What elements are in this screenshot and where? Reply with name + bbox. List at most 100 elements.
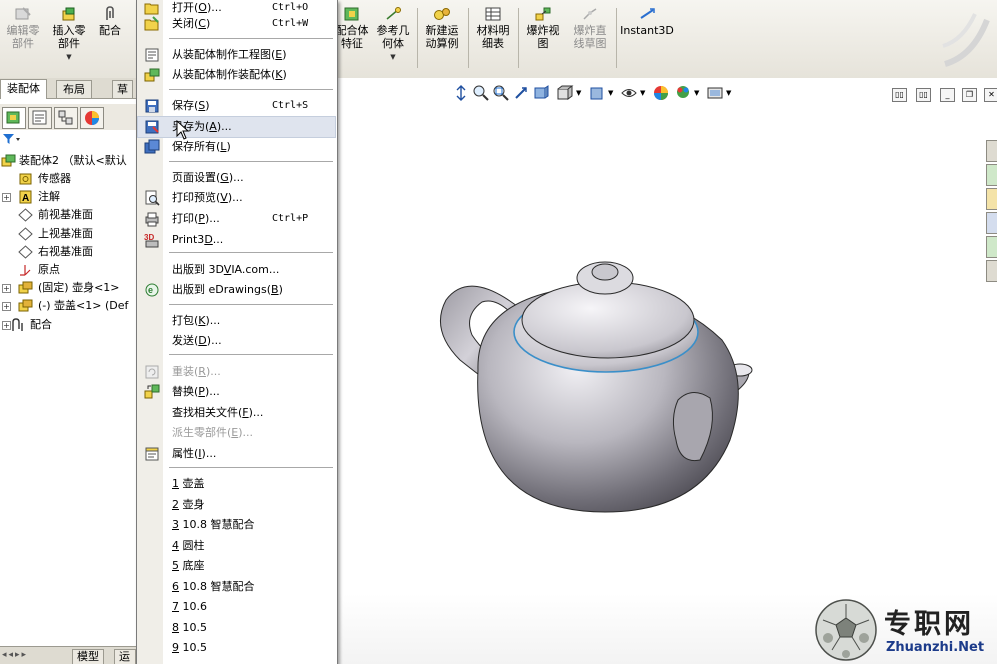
menu-item-save-as[interactable]: 另存为(A)... [137, 116, 336, 138]
menu-item-make-assembly[interactable]: 从装配体制作装配体(K) [138, 65, 335, 85]
tab-feature-tree[interactable] [2, 107, 26, 129]
assembly-feature-button[interactable]: 配合体 特征 [332, 6, 372, 50]
task-pane-design-library-icon[interactable] [986, 188, 997, 210]
menu-item-label: 关闭(C) [172, 17, 211, 30]
tab-assembly[interactable]: 装配体 [0, 79, 47, 99]
edrawings-icon: e [145, 283, 159, 297]
menu-item-print[interactable]: 打印(P)... Ctrl+P [138, 209, 335, 229]
zoom-to-fit-icon[interactable] [472, 84, 490, 102]
new-motion-study-button[interactable]: 新建运 动算例 [420, 6, 464, 50]
configuration-manager-icon [58, 110, 73, 125]
menu-item-send[interactable]: 发送(D)... [138, 331, 335, 351]
tab-motion-study[interactable]: 运动 [114, 649, 136, 664]
previous-view-icon[interactable] [512, 84, 530, 102]
tab-layout[interactable]: 布局 [56, 80, 92, 98]
mate-button[interactable]: 配合 [94, 6, 126, 37]
explode-line-label-1: 爆炸直 [573, 24, 607, 37]
menu-separator [169, 252, 333, 253]
menu-item-label: 属性(I)... [172, 447, 217, 460]
teapot-3d-model[interactable] [430, 250, 770, 520]
menu-item-print-preview[interactable]: 打印预览(V)... [138, 188, 335, 208]
menu-item-r1[interactable]: 1 壶盖 [138, 474, 335, 494]
menu-item-r4[interactable]: 4 圆柱 [138, 536, 335, 556]
view-orientation-arrow-icon[interactable] [452, 84, 470, 102]
chevron-down-icon[interactable]: ▼ [640, 89, 645, 97]
chevron-down-icon[interactable]: ▼ [726, 89, 731, 97]
menu-item-find-refs[interactable]: 查找相关文件(F)... [138, 403, 335, 423]
menu-item-reload[interactable]: 重装(R)... [138, 362, 335, 382]
chevron-down-icon[interactable]: ▼ [576, 89, 581, 97]
tab-display-manager[interactable] [80, 107, 104, 129]
chevron-down-icon[interactable]: ▼ [608, 89, 613, 97]
tab-property-manager[interactable] [28, 107, 52, 129]
instant3d-icon [640, 8, 655, 19]
viewport-split-button[interactable]: ▯▯ [916, 88, 931, 102]
menu-item-r5[interactable]: 5 底座 [138, 556, 335, 576]
task-pane-file-explorer-icon[interactable] [986, 212, 997, 234]
chevron-down-icon[interactable]: ▼ [694, 89, 699, 97]
instant3d-button[interactable]: Instant3D [620, 6, 674, 37]
viewport-tile-button[interactable]: ▯▯ [892, 88, 907, 102]
menu-item-r3[interactable]: 3 10.8 智慧配合 [138, 515, 335, 535]
task-pane-home-icon[interactable] [986, 140, 997, 162]
menu-item-close[interactable]: 关闭(C) Ctrl+W [138, 14, 335, 34]
expand-icon[interactable]: + [2, 193, 11, 203]
tree-filter[interactable] [0, 132, 136, 147]
menu-item-r7[interactable]: 7 10.6 [138, 597, 335, 617]
edit-component-icon [15, 7, 31, 20]
watermark: 专职网 Zhuanzhi.Net [814, 598, 997, 664]
menu-item-r6[interactable]: 6 10.8 智慧配合 [138, 577, 335, 597]
restore-button[interactable]: ❐ [962, 88, 977, 102]
menu-item-r2[interactable]: 2 壶身 [138, 495, 335, 515]
expand-icon[interactable]: + [2, 284, 11, 294]
reference-geometry-button[interactable]: 参考几 何体 ▼ [372, 6, 414, 64]
filter-icon [3, 134, 20, 144]
menu-item-derive[interactable]: 派生零部件(E)... [138, 423, 335, 443]
apply-scene-icon[interactable] [674, 84, 692, 102]
menu-item-r8[interactable]: 8 10.5 [138, 618, 335, 638]
tree-item-label: (固定) 壶身<1> [38, 281, 120, 295]
tab-scroll-arrows-icon[interactable]: ◂◂▸▸ [2, 650, 28, 660]
tab-configuration-manager[interactable] [54, 107, 78, 129]
edit-component-button[interactable]: 编辑零 部件 [2, 6, 44, 50]
menu-item-save[interactable]: 保存(S) Ctrl+S [138, 96, 335, 116]
solidworks-window: 编辑零 部件 插入零 部件 ▼ 配合 配合体 特征 参考几 何体 ▼ 新建运 动… [0, 0, 997, 664]
menu-item-properties[interactable]: 属性(I)... [138, 444, 335, 464]
chevron-down-icon[interactable]: ▼ [372, 51, 414, 64]
save-all-icon [144, 139, 160, 154]
menu-item-print3d[interactable]: 3D Print3D... [138, 230, 335, 250]
bill-of-materials-button[interactable]: 材料明 细表 [471, 6, 515, 50]
menu-item-label: 5 底座 [172, 559, 205, 572]
menu-item-publish-3dvia[interactable]: 出版到 3DVIA.com... [138, 260, 335, 280]
chevron-down-icon[interactable]: ▼ [48, 51, 90, 64]
assembly-feature-icon [344, 7, 359, 21]
assembly-feature-label-2: 特征 [341, 37, 363, 50]
origin-icon [20, 265, 31, 276]
zoom-to-area-icon[interactable] [492, 84, 510, 102]
menu-item-page-setup[interactable]: 页面设置(G)... [138, 168, 335, 188]
menu-item-r9[interactable]: 9 10.5 [138, 638, 335, 658]
close-button[interactable]: ✕ [984, 88, 997, 102]
task-pane-resources-icon[interactable] [986, 164, 997, 186]
menu-item-publish-edrawings[interactable]: e 出版到 eDrawings(B) [138, 280, 335, 300]
menu-item-label: 从装配体制作装配体(K) [172, 68, 287, 81]
exploded-view-button[interactable]: 爆炸视 图 [521, 6, 565, 50]
hide-show-items-icon[interactable] [620, 84, 638, 102]
menu-item-replace[interactable]: 替换(P)... [138, 382, 335, 402]
view-settings-icon[interactable] [706, 84, 724, 102]
section-view-icon[interactable] [532, 84, 550, 102]
tab-sketch[interactable]: 草 [112, 80, 133, 98]
explode-line-sketch-button[interactable]: 爆炸直 线草图 [567, 6, 613, 50]
minimize-button[interactable]: _ [940, 88, 955, 102]
insert-component-button[interactable]: 插入零 部件 ▼ [48, 6, 90, 64]
display-style-icon[interactable] [588, 84, 606, 102]
tab-model[interactable]: 模型 [72, 649, 104, 664]
menu-item-pack[interactable]: 打包(K)... [138, 311, 335, 331]
task-pane-view-palette-icon[interactable] [986, 236, 997, 258]
task-pane-appearances-icon[interactable] [986, 260, 997, 282]
expand-icon[interactable]: + [2, 302, 11, 312]
edit-appearance-icon[interactable] [652, 84, 670, 102]
menu-item-save-all[interactable]: 保存所有(L) [138, 137, 335, 157]
view-orientation-icon[interactable] [556, 84, 574, 102]
menu-item-make-drawing[interactable]: 从装配体制作工程图(E) [138, 45, 335, 65]
